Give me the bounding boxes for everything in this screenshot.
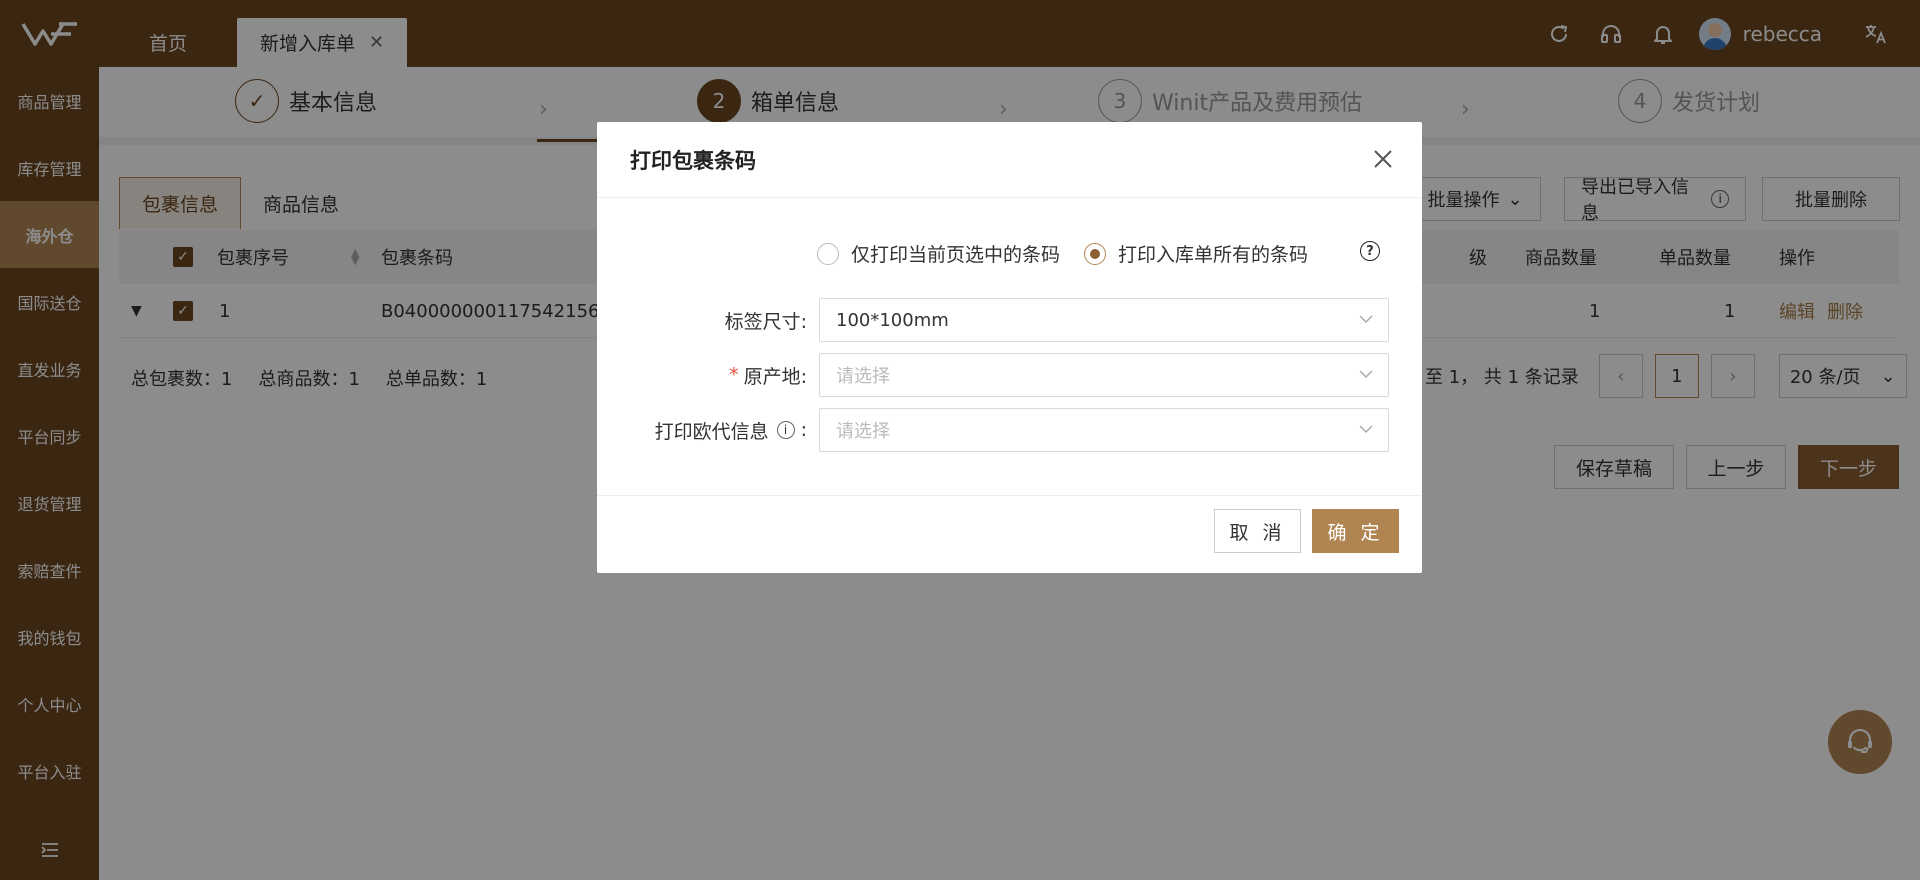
label-size-select[interactable]: 100*100mm [819,298,1389,342]
chevron-down-icon [1359,425,1373,434]
print-barcode-dialog: 打印包裹条码 仅打印当前页选中的条码 打印入库单所有的条码 ? 标签尺寸: 10… [597,122,1422,573]
field-label: 打印欧代信息 i : [655,408,807,452]
radio-label[interactable]: 仅打印当前页选中的条码 [851,240,1060,267]
field-label: * 原产地: [729,353,807,397]
dialog-title: 打印包裹条码 [630,148,756,173]
required-asterisk: * [729,364,739,386]
dialog-footer: 取 消 确 定 [597,495,1422,573]
select-value: 100*100mm [836,309,949,331]
field-label-text: 原产地: [743,365,807,388]
origin-select[interactable]: 请选择 [819,353,1389,397]
label-size-row: 标签尺寸: 100*100mm [597,298,1422,342]
dialog-header: 打印包裹条码 [597,122,1422,198]
origin-row: * 原产地: 请选择 [597,353,1422,397]
print-scope-radio-group: 仅打印当前页选中的条码 打印入库单所有的条码 [817,240,1308,267]
select-placeholder: 请选择 [836,366,890,387]
info-icon[interactable]: i [776,421,795,439]
help-icon[interactable]: ? [1360,241,1380,261]
radio-label[interactable]: 打印入库单所有的条码 [1118,240,1308,267]
chevron-down-icon [1359,370,1373,379]
radio-current-page[interactable] [817,242,839,265]
confirm-button[interactable]: 确 定 [1312,509,1399,553]
field-label-text: 打印欧代信息 [654,420,769,443]
cancel-button[interactable]: 取 消 [1214,509,1301,553]
eu-rep-select[interactable]: 请选择 [819,408,1389,452]
close-icon[interactable] [1370,146,1396,172]
eu-rep-row: 打印欧代信息 i : 请选择 [597,408,1422,452]
chevron-down-icon [1359,315,1373,324]
radio-all-barcodes[interactable] [1084,242,1107,265]
field-label: 标签尺寸: [724,310,807,333]
select-placeholder: 请选择 [836,421,890,442]
